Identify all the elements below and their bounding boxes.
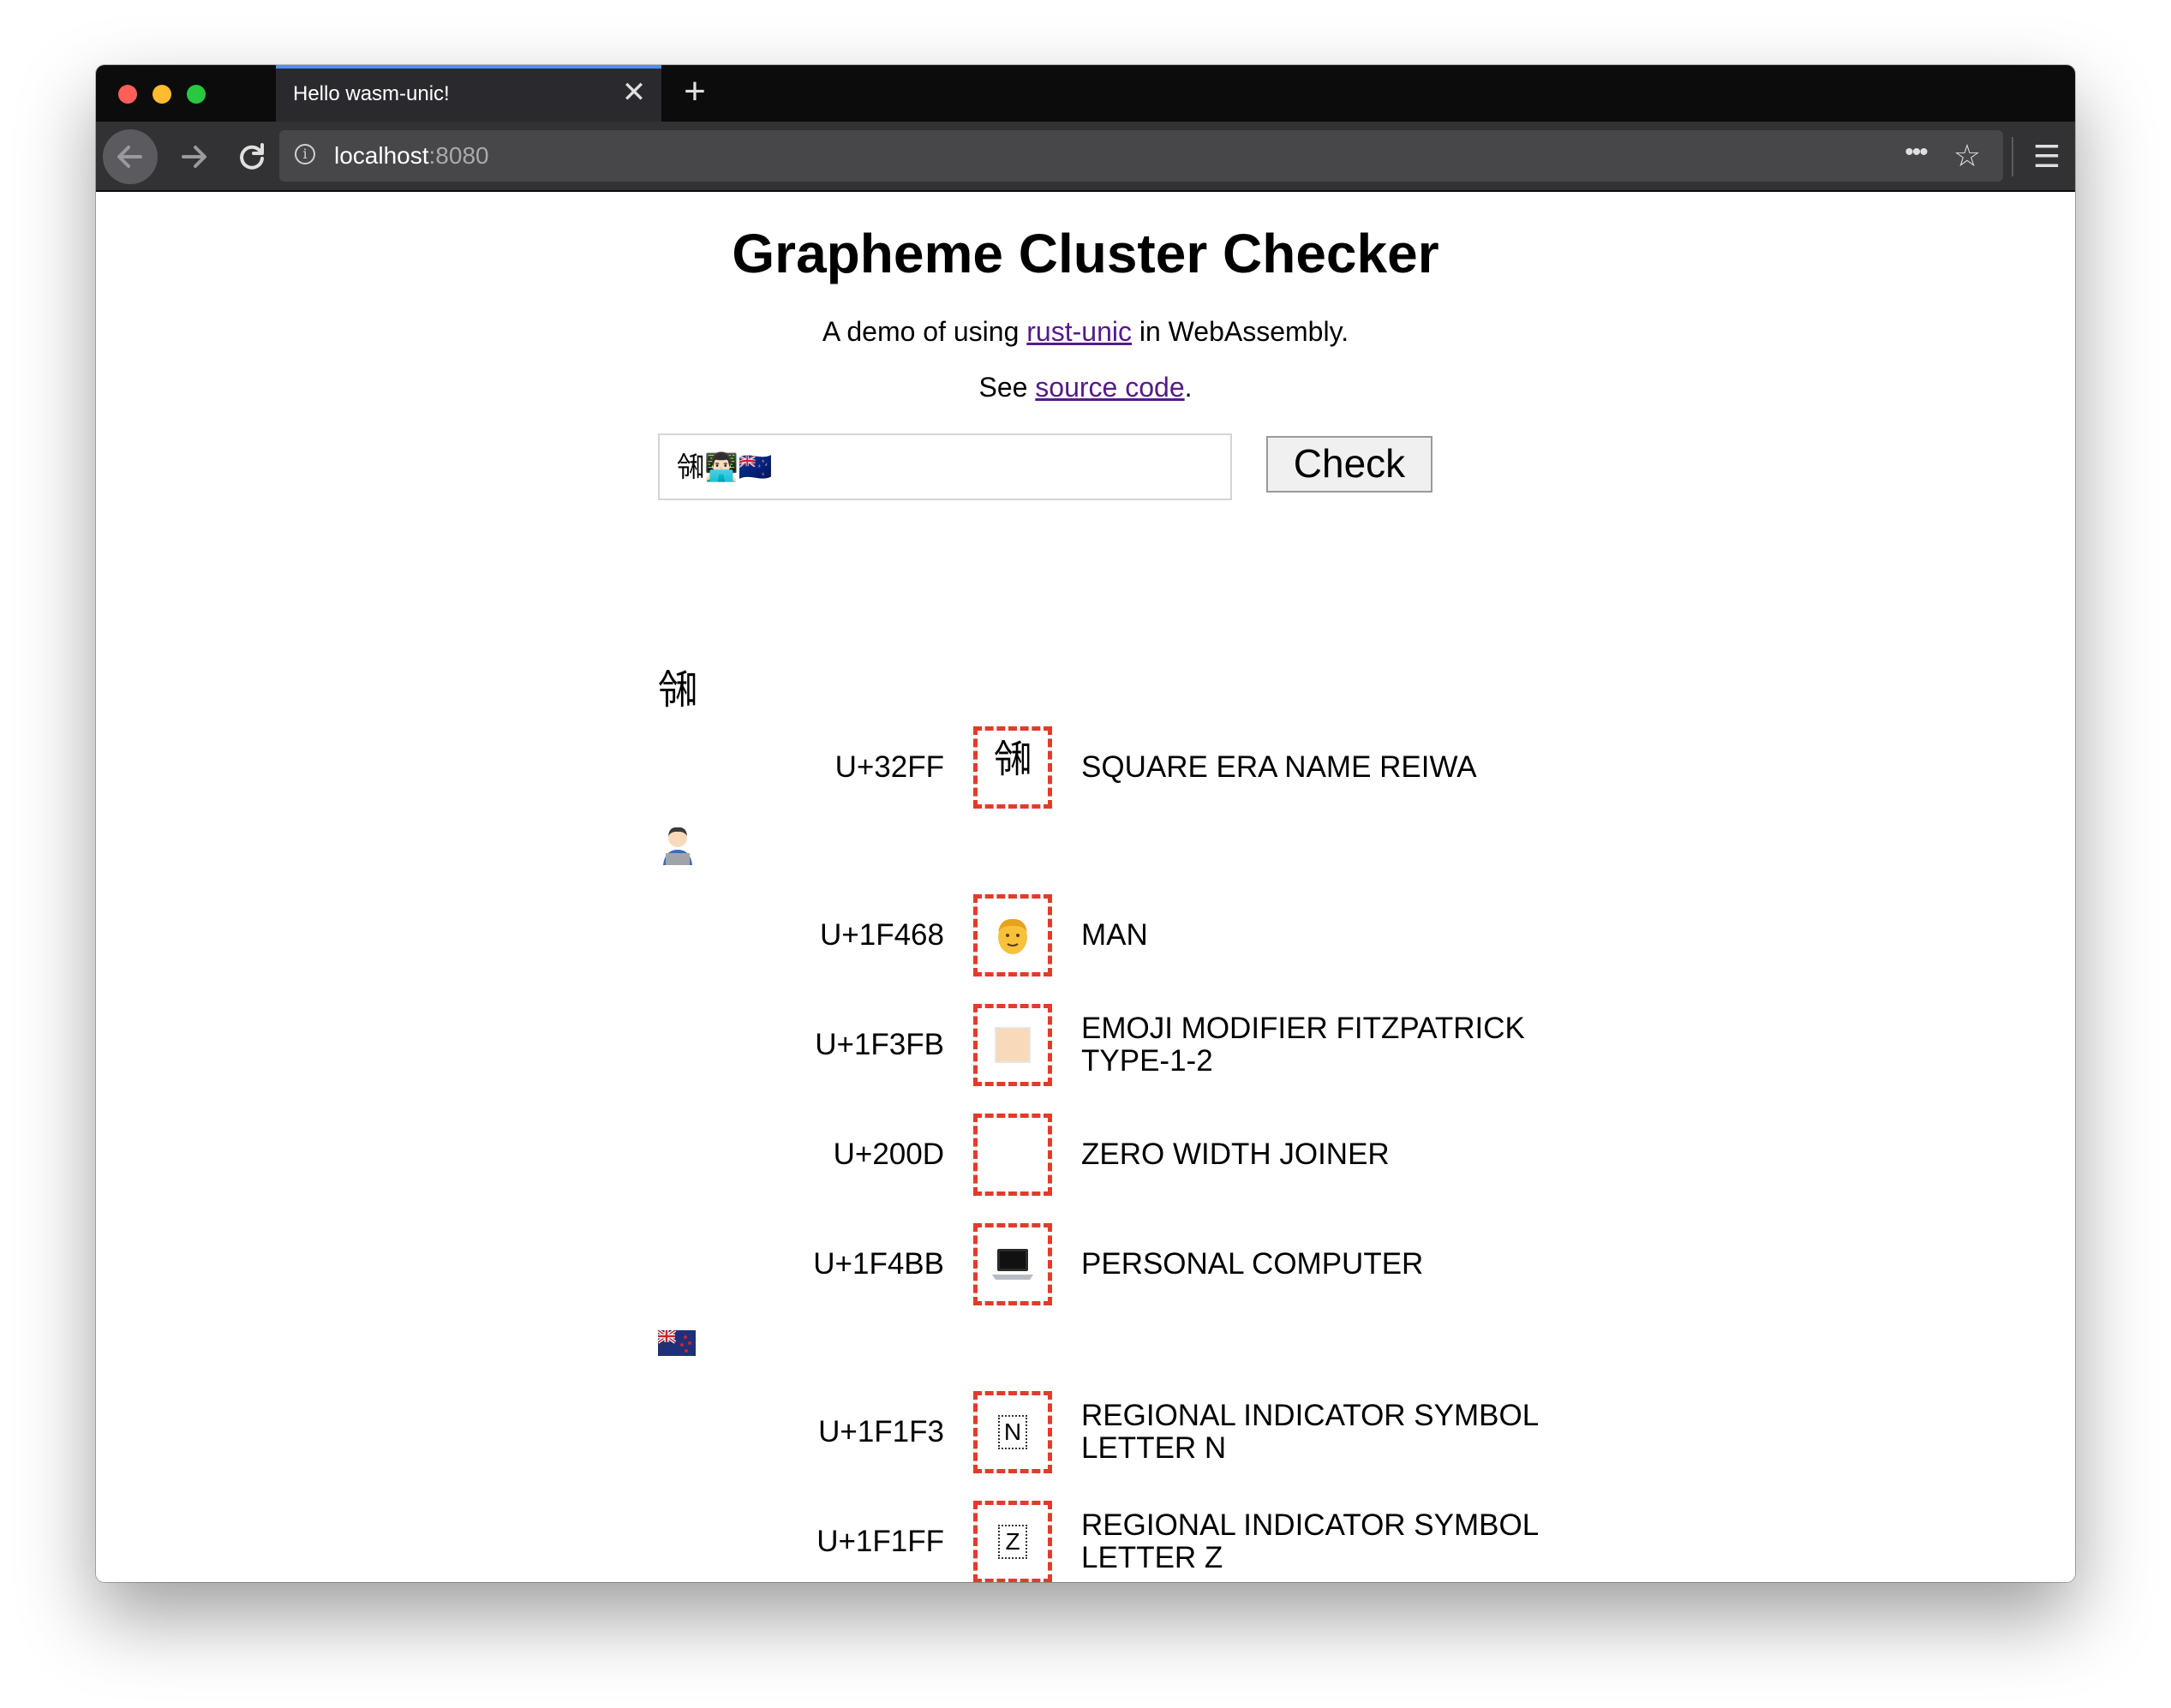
- code-point-row: U+1F3FB EMOJI MODIFIER FITZPATRICK TYPE-…: [658, 1004, 1600, 1086]
- close-window-button[interactable]: [118, 85, 137, 104]
- tab-close-icon[interactable]: ✕: [619, 77, 649, 108]
- new-zealand-flag-icon: [656, 1329, 696, 1356]
- tab-title: Hello wasm-unic!: [293, 82, 450, 105]
- url-host: localhost: [334, 142, 429, 169]
- glyph-box: Z: [973, 1501, 1052, 1582]
- reload-icon: [240, 143, 264, 170]
- code-point-value: U+1F4BB: [813, 1247, 944, 1281]
- code-point-value: U+200D: [833, 1138, 944, 1171]
- technologist-emoji-icon: [663, 827, 692, 865]
- code-point-name: MAN: [1081, 918, 1148, 952]
- glyph-box: [973, 1114, 1052, 1196]
- code-point-row: U+32FF ㋿ SQUARE ERA NAME REIWA: [658, 726, 1600, 809]
- code-point-name: REGIONAL INDICATOR SYMBOL LETTER N: [1081, 1399, 1538, 1465]
- source-prefix: See: [978, 372, 1036, 403]
- reiwa-glyph-icon: ㋿: [994, 738, 1032, 781]
- glyph-box: N: [973, 1391, 1052, 1473]
- grapheme-input[interactable]: ㋿👨🏻‍💻🇳🇿: [658, 433, 1232, 500]
- code-point-row: U+1F4BB PERSONAL COMPUTER: [658, 1223, 1600, 1305]
- glyph-box: ㋿: [973, 726, 1052, 809]
- regional-indicator-z-icon: Z: [998, 1525, 1027, 1559]
- subtitle-prefix: A demo of using: [822, 316, 1027, 347]
- rust-unic-link[interactable]: rust-unic: [1026, 316, 1132, 347]
- subtitle-suffix: in WebAssembly.: [1131, 316, 1349, 347]
- bookmark-star-icon[interactable]: ☆: [1948, 137, 1986, 175]
- source-code-link[interactable]: source code: [1035, 372, 1184, 403]
- cluster-heading-flag: [656, 1321, 696, 1367]
- man-emoji-icon: [998, 918, 1027, 954]
- url-text[interactable]: localhost:8080: [334, 142, 489, 170]
- code-point-name: EMOJI MODIFIER FITZPATRICK TYPE-1-2: [1081, 1012, 1525, 1078]
- glyph-box: [973, 1004, 1052, 1086]
- url-port: :8080: [428, 142, 489, 169]
- source-suffix: .: [1184, 372, 1193, 403]
- code-point-value: U+1F468: [820, 918, 944, 952]
- code-point-name: SQUARE ERA NAME REIWA: [1081, 750, 1477, 784]
- source-line: See source code.: [96, 372, 2075, 403]
- page-actions-icon[interactable]: •••: [1897, 137, 1935, 175]
- site-info-icon[interactable]: i: [295, 144, 315, 164]
- active-tab[interactable]: Hello wasm-unic! ✕: [276, 65, 661, 122]
- code-point-row: U+1F1F3 N REGIONAL INDICATOR SYMBOL LETT…: [658, 1391, 1600, 1473]
- hamburger-menu-icon[interactable]: ☰: [2024, 134, 2070, 180]
- code-point-row: U+1F468 MAN: [658, 894, 1600, 976]
- arrow-right-icon: [182, 146, 206, 168]
- code-point-name: REGIONAL INDICATOR SYMBOL LETTER Z: [1081, 1508, 1538, 1574]
- code-point-name: PERSONAL COMPUTER: [1081, 1247, 1424, 1281]
- glyph-box: [973, 1223, 1052, 1305]
- code-point-value: U+32FF: [834, 750, 944, 784]
- regional-indicator-n-icon: N: [998, 1415, 1027, 1449]
- minimize-window-button[interactable]: [153, 85, 171, 104]
- tab-bar: Hello wasm-unic! ✕ +: [96, 65, 2075, 122]
- reload-button[interactable]: [224, 129, 279, 184]
- toolbar-divider: [2012, 137, 2013, 176]
- new-tab-button[interactable]: +: [673, 70, 716, 113]
- arrow-left-icon: [117, 146, 142, 168]
- code-point-name: ZERO WIDTH JOINER: [1081, 1138, 1390, 1171]
- back-button[interactable]: [103, 129, 158, 184]
- code-point-value: U+1F1F3: [818, 1415, 944, 1448]
- page-content: Grapheme Cluster Checker A demo of using…: [96, 192, 2075, 1582]
- laptop-emoji-icon: [992, 1249, 1033, 1280]
- code-point-value: U+1F3FB: [815, 1028, 944, 1061]
- code-point-row: U+1F1FF Z REGIONAL INDICATOR SYMBOL LETT…: [658, 1501, 1600, 1582]
- cluster-heading-emoji: [658, 824, 697, 876]
- code-point-value: U+1F1FF: [816, 1525, 944, 1558]
- skin-tone-swatch-icon: [995, 1027, 1031, 1063]
- address-bar[interactable]: i localhost:8080 ••• ☆: [279, 130, 2003, 182]
- check-button[interactable]: Check: [1266, 436, 1432, 493]
- glyph-box: [973, 894, 1052, 976]
- maximize-window-button[interactable]: [187, 85, 206, 104]
- cluster-heading: ㋿: [658, 666, 697, 713]
- page-title: Grapheme Cluster Checker: [732, 223, 1439, 284]
- subtitle: A demo of using rust-unic in WebAssembly…: [96, 316, 2075, 348]
- navigation-bar: i localhost:8080 ••• ☆ ☰: [96, 122, 2075, 192]
- forward-button[interactable]: [166, 129, 221, 184]
- code-point-row: U+200D ZERO WIDTH JOINER: [658, 1114, 1600, 1196]
- browser-window: Hello wasm-unic! ✕ + i localhost:8080 ••…: [96, 65, 2075, 1582]
